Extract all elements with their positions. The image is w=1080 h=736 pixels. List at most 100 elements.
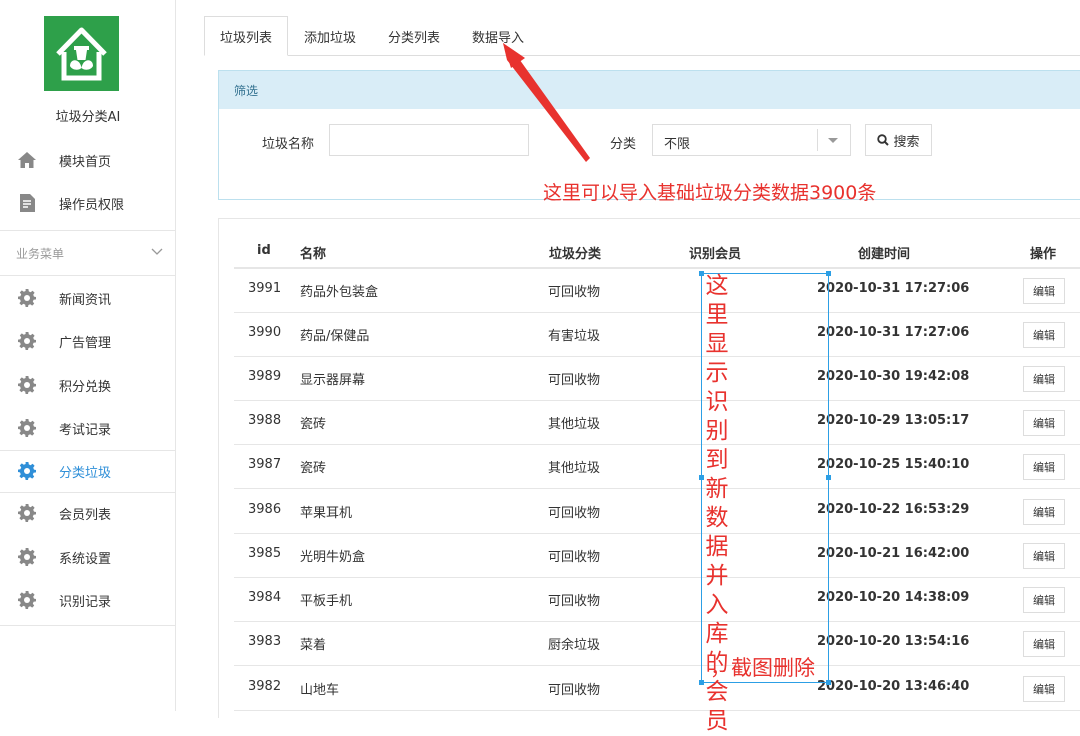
cell-created: 2020-10-25 15:40:10 [817, 457, 970, 472]
gear-icon [17, 418, 37, 438]
cell-created: 2020-10-31 17:27:06 [817, 281, 970, 296]
gear-icon [17, 331, 37, 351]
document-icon [17, 193, 37, 213]
table-row: 3987 瓷砖 其他垃圾 2020-10-25 15:40:10 编辑 [234, 445, 1080, 489]
edit-button[interactable]: 编辑 [1023, 366, 1065, 392]
table-row: 3990 药品/保健品 有害垃圾 2020-10-31 17:27:06 编辑 [234, 313, 1080, 357]
home-icon [17, 150, 37, 170]
chevron-down-icon [151, 245, 163, 259]
tab-add-trash[interactable]: 添加垃圾 [288, 16, 372, 56]
sidebar-item-label: 识别记录 [59, 594, 112, 610]
tab-category-list[interactable]: 分类列表 [372, 16, 456, 56]
cell-name: 瓷砖 [300, 417, 327, 432]
column-header-id: id [257, 243, 271, 258]
gear-icon [17, 590, 37, 610]
search-icon [877, 134, 890, 146]
trash-name-input[interactable] [329, 124, 529, 156]
cell-category: 其他垃圾 [548, 461, 601, 476]
cell-category: 可回收物 [548, 550, 601, 565]
cell-created: 2020-10-29 13:05:17 [817, 413, 970, 428]
edit-button[interactable]: 编辑 [1023, 410, 1065, 436]
category-select[interactable]: 不限 [652, 124, 851, 156]
cell-category: 可回收物 [548, 506, 601, 521]
cell-name: 平板手机 [300, 594, 353, 609]
category-label: 分类 [610, 137, 637, 152]
sidebar-item-categories[interactable]: 分类垃圾 [0, 451, 175, 491]
cell-name: 药品外包装盒 [300, 285, 379, 300]
gear-icon [17, 288, 37, 308]
cell-category: 可回收物 [548, 594, 601, 609]
gear-icon [17, 461, 37, 481]
cell-id: 3986 [248, 502, 282, 517]
tab-data-import[interactable]: 数据导入 [456, 16, 540, 56]
cell-name: 显示器屏幕 [300, 373, 366, 388]
cell-id: 3988 [248, 413, 282, 428]
edit-button[interactable]: 编辑 [1023, 631, 1065, 657]
sidebar-section-business[interactable]: 业务菜单 [0, 230, 175, 276]
cell-id: 3989 [248, 369, 282, 384]
column-header-created: 创建时间 [858, 247, 911, 262]
search-button-label: 搜索 [893, 134, 920, 150]
sidebar-item-news[interactable]: 新闻资讯 [0, 278, 175, 318]
sidebar-item-label: 分类垃圾 [59, 465, 112, 481]
sidebar-section-label: 业务菜单 [16, 246, 65, 261]
sidebar-item-label: 积分兑换 [59, 379, 112, 395]
sidebar: 垃圾分类AI 模块首页 操作员权限 业务菜单 新闻资讯 广告管理 积分兑换 考试… [0, 0, 176, 711]
tab-trash-list[interactable]: 垃圾列表 [204, 16, 289, 56]
sidebar-item-ads[interactable]: 广告管理 [0, 321, 175, 361]
app-name: 垃圾分类AI [55, 110, 121, 125]
search-button[interactable]: 搜索 [865, 124, 932, 156]
table-row: 3986 苹果耳机 可回收物 2020-10-22 16:53:29 编辑 [234, 490, 1080, 534]
edit-button[interactable]: 编辑 [1023, 676, 1065, 702]
sidebar-item-label: 会员列表 [59, 507, 112, 523]
sidebar-item-label: 模块首页 [59, 154, 112, 170]
cell-id: 3983 [248, 634, 282, 649]
sidebar-item-recognition-log[interactable]: 识别记录 [0, 580, 175, 620]
cell-id: 3985 [248, 546, 282, 561]
member-annotation-tail: ，截图删除 [710, 656, 815, 680]
sidebar-item-points[interactable]: 积分兑换 [0, 365, 175, 405]
table-row: 3985 光明牛奶盒 可回收物 2020-10-21 16:42:00 编辑 [234, 534, 1080, 578]
sidebar-item-members[interactable]: 会员列表 [0, 493, 175, 533]
trash-name-label: 垃圾名称 [262, 137, 315, 152]
edit-button[interactable]: 编辑 [1023, 322, 1065, 348]
cell-name: 光明牛奶盒 [300, 550, 366, 565]
resize-handle [826, 680, 831, 685]
cell-created: 2020-10-30 19:42:08 [817, 369, 970, 384]
column-header-action: 操作 [1030, 247, 1057, 262]
cell-id: 3991 [248, 281, 282, 296]
tab-bar: 垃圾列表 添加垃圾 分类列表 数据导入 [204, 16, 540, 56]
import-annotation: 这里可以导入基础垃圾分类数据3900条 [543, 182, 877, 204]
edit-button[interactable]: 编辑 [1023, 454, 1065, 480]
cell-category: 可回收物 [548, 285, 601, 300]
gear-icon [17, 503, 37, 523]
sidebar-item-operator-permissions[interactable]: 操作员权限 [0, 183, 175, 223]
table-row: 3983 菜着 厨余垃圾 2020-10-20 13:54:16 编辑 [234, 622, 1080, 666]
select-divider [817, 129, 818, 151]
column-header-name: 名称 [300, 247, 327, 262]
sidebar-item-settings[interactable]: 系统设置 [0, 537, 175, 577]
edit-button[interactable]: 编辑 [1023, 587, 1065, 613]
edit-button[interactable]: 编辑 [1023, 278, 1065, 304]
edit-button[interactable]: 编辑 [1023, 543, 1065, 569]
trash-table: id 名称 垃圾分类 识别会员 创建时间 操作 3991 药品外包装盒 可回收物… [218, 218, 1080, 718]
gear-icon [17, 375, 37, 395]
cell-category: 可回收物 [548, 683, 601, 698]
table-row: 3984 平板手机 可回收物 2020-10-20 14:38:09 编辑 [234, 578, 1080, 622]
cell-id: 3984 [248, 590, 282, 605]
cell-id: 3990 [248, 325, 282, 340]
house-leaf-icon [44, 16, 119, 91]
column-header-member: 识别会员 [689, 247, 742, 262]
sidebar-item-home[interactable]: 模块首页 [0, 140, 175, 180]
cell-created: 2020-10-21 16:42:00 [817, 546, 970, 561]
cell-category: 厨余垃圾 [548, 638, 601, 653]
sidebar-divider [0, 625, 175, 626]
sidebar-item-label: 操作员权限 [59, 197, 125, 213]
edit-button[interactable]: 编辑 [1023, 499, 1065, 525]
cell-name: 山地车 [300, 683, 340, 698]
cell-id: 3982 [248, 679, 282, 694]
table-row: 3989 显示器屏幕 可回收物 2020-10-30 19:42:08 编辑 [234, 357, 1080, 401]
cell-created: 2020-10-20 13:46:40 [817, 679, 970, 694]
sidebar-item-exams[interactable]: 考试记录 [0, 408, 175, 448]
cell-name: 苹果耳机 [300, 506, 353, 521]
